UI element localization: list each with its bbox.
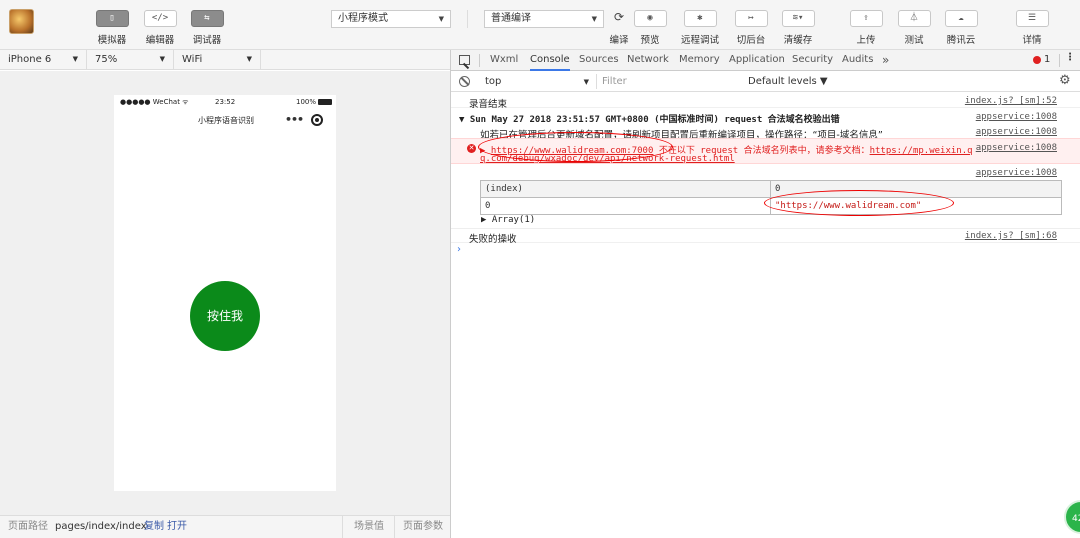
annotation-ellipse: [478, 132, 673, 162]
zoom-select[interactable]: 75% ▼: [87, 50, 173, 70]
source-link[interactable]: index.js? [sm]:52: [965, 96, 1057, 106]
hold-to-record-button[interactable]: 按住我: [190, 281, 260, 351]
phone-nav-bar: 小程序语音识别 •••: [114, 109, 336, 131]
divider: [467, 10, 468, 28]
details-button[interactable]: ☰ 详情: [1012, 10, 1052, 46]
tab-security[interactable]: Security: [792, 50, 833, 71]
table-header[interactable]: (index): [480, 180, 771, 198]
test-button[interactable]: ⏃ 测试: [894, 10, 934, 46]
source-link[interactable]: appservice:1008: [976, 168, 1057, 178]
page-path: pages/index/index: [55, 521, 147, 532]
close-capsule-icon[interactable]: [311, 114, 323, 126]
clear-cache-button[interactable]: ≋▾ 清缓存: [778, 10, 818, 46]
bug-icon: ✱: [683, 10, 717, 27]
page-params-button[interactable]: 页面参数: [403, 516, 443, 538]
kebab-menu-icon[interactable]: ⋮: [1065, 52, 1075, 63]
source-link[interactable]: index.js? [sm]:68: [965, 231, 1057, 241]
more-tabs-icon[interactable]: »: [882, 50, 889, 71]
background-button[interactable]: ↦ 切后台: [731, 10, 771, 46]
tab-network[interactable]: Network: [627, 50, 669, 71]
levels-select[interactable]: Default levels ▼: [748, 75, 828, 89]
debug-icon: ⇆: [190, 10, 224, 27]
simulator-footer: 页面路径 pages/index/index 复制 打开 场景值 页面参数: [0, 515, 450, 538]
tab-application[interactable]: Application: [729, 50, 785, 71]
flask-icon: ⏃: [897, 10, 931, 27]
preview-button[interactable]: ◉ 预览: [630, 10, 670, 46]
simulator-area: ●●●●● WeChat ᯤ 23:52 100% 小程序语音识别 ••• 按住…: [0, 71, 450, 515]
network-select[interactable]: WiFi ▼: [174, 50, 260, 70]
chevron-down-icon: ▼: [72, 55, 78, 63]
source-link[interactable]: appservice:1008: [976, 143, 1057, 153]
tab-sources[interactable]: Sources: [579, 50, 619, 71]
inspect-icon[interactable]: [459, 55, 470, 65]
scene-button[interactable]: 场景值: [354, 516, 384, 538]
chevron-down-icon: ▼: [159, 55, 165, 63]
remote-debug-button[interactable]: ✱ 远程调试: [680, 10, 720, 46]
upload-icon: ⇪: [849, 10, 883, 27]
top-toolbar: ▯ 模拟器 </> 编辑器 ⇆ 调试器 小程序模式 ▼ 普通编译 ▼ ⟳ 编译 …: [0, 0, 1080, 50]
open-link[interactable]: 打开: [167, 516, 187, 538]
chevron-down-icon: ▼: [246, 55, 252, 63]
simulator-button[interactable]: ▯ 模拟器: [92, 10, 132, 46]
source-link[interactable]: appservice:1008: [976, 127, 1057, 137]
chevron-down-icon: ▼: [438, 15, 444, 23]
copy-link[interactable]: 复制: [144, 516, 164, 538]
upload-button[interactable]: ⇪ 上传: [846, 10, 886, 46]
battery-icon: [318, 99, 332, 105]
chevron-down-icon: ▼: [591, 15, 597, 23]
chevron-down-icon: ▼: [583, 78, 589, 86]
tab-console[interactable]: Console: [530, 50, 570, 71]
editor-button[interactable]: </> 编辑器: [140, 10, 180, 46]
context-select[interactable]: top ▼: [481, 75, 591, 89]
tab-wxml[interactable]: Wxml: [490, 50, 518, 71]
code-icon: </>: [143, 10, 177, 27]
mode-select[interactable]: 小程序模式 ▼: [331, 10, 451, 28]
compile-select[interactable]: 普通编译 ▼: [484, 10, 604, 28]
annotation-ellipse: [764, 190, 954, 216]
clear-console-icon[interactable]: [459, 76, 470, 87]
phone-screen: ●●●●● WeChat ᯤ 23:52 100% 小程序语音识别 ••• 按住…: [114, 95, 336, 491]
tab-audits[interactable]: Audits: [842, 50, 873, 71]
tencent-cloud-button[interactable]: ☁ 腾讯云: [941, 10, 981, 46]
layers-icon: ≋▾: [781, 10, 815, 27]
error-count[interactable]: 1: [1044, 54, 1050, 65]
error-icon: [1033, 56, 1041, 64]
error-icon: ✕: [467, 144, 476, 153]
menu-icon: ☰: [1015, 10, 1049, 27]
phone-status-bar: ●●●●● WeChat ᯤ 23:52 100%: [114, 95, 336, 109]
source-link[interactable]: appservice:1008: [976, 112, 1057, 122]
log-row: 失败的操收 index.js? [sm]:68: [451, 228, 1080, 245]
devtools-tabs: Wxml Console Sources Network Memory Appl…: [451, 50, 1080, 71]
debugger-button[interactable]: ⇆ 调试器: [187, 10, 227, 46]
phone-icon: ▯: [95, 10, 129, 27]
more-icon[interactable]: •••: [285, 113, 304, 126]
cloud-icon: ☁: [944, 10, 978, 27]
gear-icon[interactable]: ⚙: [1059, 73, 1071, 88]
eye-icon: ◉: [633, 10, 667, 27]
log-row: appservice:1008: [451, 165, 1080, 180]
array-expander[interactable]: ▶ Array(1): [451, 214, 1080, 228]
filter-input[interactable]: Filter: [596, 74, 736, 89]
page-title: 小程序语音识别: [198, 116, 254, 125]
log-group-header[interactable]: ▼ Sun May 27 2018 23:51:57 GMT+0800 (中国标…: [451, 108, 1080, 125]
console-output: 录音结束 index.js? [sm]:52 ▼ Sun May 27 2018…: [451, 92, 1080, 538]
doc-link[interactable]: https://mp.weixin.q: [870, 146, 973, 156]
avatar[interactable]: [9, 9, 34, 34]
console-filter-bar: top ▼ Filter Default levels ▼ ⚙: [451, 71, 1080, 92]
device-select[interactable]: iPhone 6 ▼: [0, 50, 86, 70]
console-prompt[interactable]: ›: [457, 244, 461, 255]
switch-icon: ↦: [734, 10, 768, 27]
log-row: 录音结束 index.js? [sm]:52: [451, 92, 1080, 110]
simulator-bar: iPhone 6 ▼ 75% ▼ WiFi ▼: [0, 50, 450, 70]
tab-memory[interactable]: Memory: [679, 50, 720, 71]
